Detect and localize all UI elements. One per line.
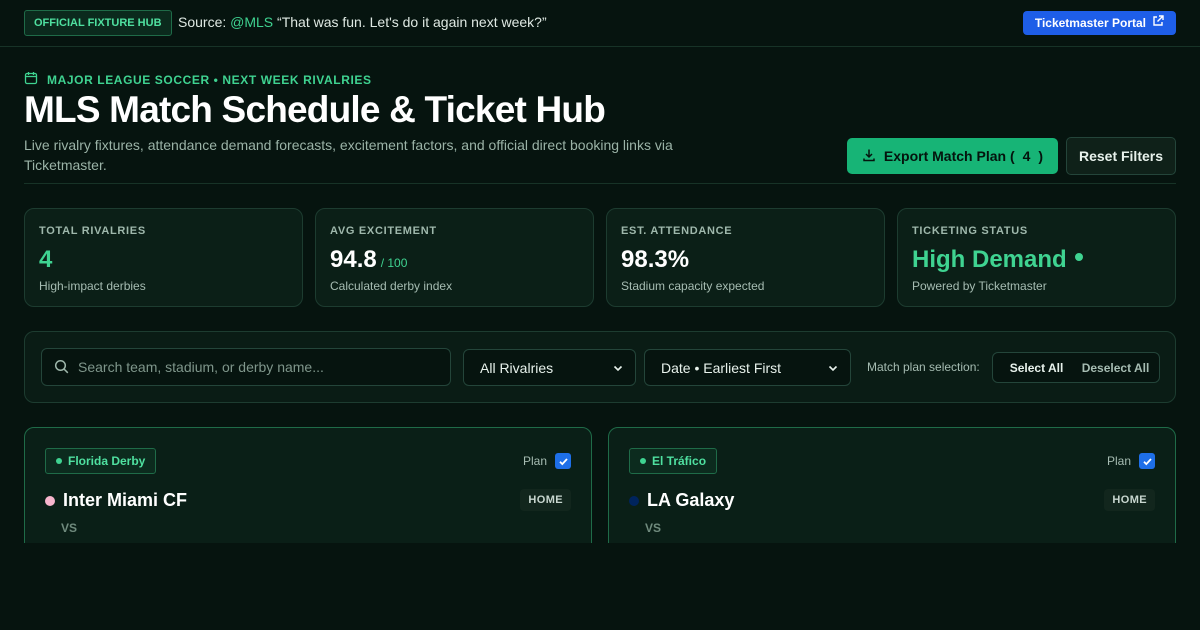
stat-value: 94.8 / 100 — [330, 246, 579, 274]
stat-card-est-attendance: EST. ATTENDANCE 98.3% Stadium capacity e… — [606, 208, 885, 307]
derby-name: El Tráfico — [652, 454, 707, 468]
top-bar: OFFICIAL FIXTURE HUB Source: @MLS “That … — [0, 0, 1200, 47]
match-card: El Tráfico Plan LA Galaxy HOME VS — [608, 427, 1176, 557]
derby-tag: El Tráfico — [629, 448, 718, 474]
eyebrow-text: MAJOR LEAGUE SOCCER • NEXT WEEK RIVALRIE… — [47, 72, 372, 87]
plan-checkbox[interactable] — [1139, 453, 1155, 469]
home-badge: HOME — [520, 489, 571, 511]
derby-tag: Florida Derby — [45, 448, 157, 474]
stat-note: Powered by Ticketmaster — [912, 279, 1047, 293]
stat-card-avg-excitement: AVG EXCITEMENT 94.8 / 100 Calculated der… — [315, 208, 594, 307]
rivalry-filter-select[interactable]: All Rivalries — [463, 349, 636, 386]
export-label-prefix: Export Match Plan ( — [883, 148, 1015, 164]
reset-filters-button[interactable]: Reset Filters — [1066, 137, 1176, 175]
external-link-icon — [1152, 11, 1164, 35]
plan-checkbox[interactable] — [555, 453, 571, 469]
stat-card-ticketing-status: TICKETING STATUS High Demand Powered by … — [897, 208, 1176, 307]
page-subtitle: Live rivalry fixtures, attendance demand… — [24, 137, 673, 173]
page-eyebrow: MAJOR LEAGUE SOCCER • NEXT WEEK RIVALRIE… — [24, 71, 372, 88]
filter-panel: All Rivalries Date • Earliest First Matc… — [24, 331, 1176, 403]
stat-value: 98.3% — [621, 246, 870, 274]
derby-dot-icon — [640, 458, 646, 464]
official-fixture-hub-badge: OFFICIAL FIXTURE HUB — [24, 10, 172, 36]
stat-card-total-rivalries: TOTAL RIVALRIES 4 High-impact derbies — [24, 208, 303, 307]
source-line: Source: @MLS “That was fun. Let's do it … — [178, 14, 547, 30]
stat-value-number: 94.8 — [330, 246, 377, 273]
export-count: 4 — [1022, 148, 1031, 164]
select-all-button[interactable]: Select All — [997, 361, 1076, 375]
home-team: Inter Miami CF — [45, 490, 187, 511]
match-plan-selection-label: Match plan selection: — [867, 360, 980, 374]
ticketmaster-portal-button[interactable]: Ticketmaster Portal — [1022, 11, 1176, 35]
source-handle-link[interactable]: @MLS — [230, 14, 273, 30]
derby-name: Florida Derby — [68, 454, 146, 468]
plan-toggle: Plan — [1107, 453, 1155, 469]
viewport-cutoff — [0, 543, 1200, 630]
rivalry-filter-value: All Rivalries — [480, 359, 554, 376]
page-title: MLS Match Schedule & Ticket Hub — [24, 89, 606, 130]
stat-label: TOTAL RIVALRIES — [39, 225, 146, 237]
stat-label: EST. ATTENDANCE — [621, 225, 733, 237]
deselect-all-button[interactable]: Deselect All — [1076, 361, 1155, 375]
stat-value-number: 4 — [39, 246, 53, 273]
plan-label: Plan — [1106, 454, 1131, 468]
home-team-name: Inter Miami CF — [63, 490, 188, 510]
home-badge: HOME — [1104, 489, 1155, 511]
vs-label: VS — [645, 521, 662, 535]
chevron-down-icon — [828, 360, 838, 376]
ticketmaster-portal-label: Ticketmaster Portal — [1034, 16, 1146, 30]
sort-select[interactable]: Date • Earliest First — [644, 349, 851, 386]
team-color-swatch — [45, 495, 55, 506]
derby-dot-icon — [56, 458, 62, 464]
home-team: LA Galaxy — [629, 490, 734, 511]
chevron-down-icon — [613, 360, 623, 376]
stat-note: Calculated derby index — [330, 279, 453, 293]
export-label-suffix: ) — [1038, 148, 1044, 164]
source-prefix: Source: — [178, 14, 227, 30]
selection-toggle-group: Select All Deselect All — [992, 352, 1160, 383]
search-input[interactable] — [78, 349, 443, 385]
stat-label: TICKETING STATUS — [912, 225, 1028, 237]
vs-label: VS — [61, 521, 78, 535]
calendar-icon — [24, 71, 38, 88]
stat-value-number: 98.3% — [621, 246, 690, 273]
home-team-name: LA Galaxy — [647, 490, 735, 510]
stat-note: High-impact derbies — [39, 279, 146, 293]
stat-value-suffix: / 100 — [380, 256, 408, 270]
stat-value: 4 — [39, 246, 288, 274]
header-divider — [24, 183, 1176, 184]
stat-value-number: High Demand — [912, 246, 1067, 273]
stat-note: Stadium capacity expected — [621, 279, 765, 293]
live-status-dot-icon — [1074, 253, 1083, 261]
plan-toggle: Plan — [523, 453, 571, 469]
search-box[interactable] — [41, 348, 451, 386]
source-quote: “That was fun. Let's do it again next we… — [277, 14, 547, 30]
stat-value: High Demand — [912, 246, 1161, 274]
sort-value: Date • Earliest First — [661, 359, 782, 376]
team-color-swatch — [629, 495, 639, 506]
export-match-plan-button[interactable]: Export Match Plan ( 4 ) — [847, 138, 1058, 174]
plan-label: Plan — [522, 454, 547, 468]
stat-label: AVG EXCITEMENT — [330, 225, 437, 237]
download-icon — [862, 148, 876, 165]
match-card: Florida Derby Plan Inter Miami CF HOME V… — [24, 427, 592, 557]
search-icon — [54, 359, 69, 379]
